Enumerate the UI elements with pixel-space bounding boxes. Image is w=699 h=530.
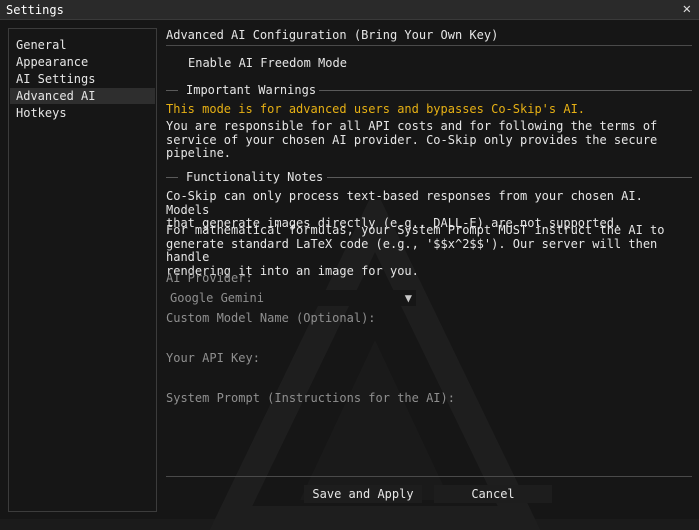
- notes-paragraph: For mathematical formulas, your System P…: [166, 223, 665, 278]
- page-title: Advanced AI Configuration (Bring Your Ow…: [166, 28, 499, 42]
- system-prompt-textarea[interactable]: [166, 406, 692, 466]
- model-name-label: Custom Model Name (Optional):: [166, 311, 376, 325]
- divider: [166, 476, 692, 477]
- section-title: Functionality Notes: [186, 170, 324, 184]
- ai-freedom-mode-checkbox[interactable]: Enable AI Freedom Mode: [188, 56, 347, 72]
- checkbox-label: Enable AI Freedom Mode: [188, 56, 347, 70]
- warning-text: This mode is for advanced users and bypa…: [166, 102, 586, 116]
- nav-item-label: General: [16, 38, 67, 52]
- system-prompt-label: System Prompt (Instructions for the AI):: [166, 391, 455, 405]
- divider: [166, 90, 178, 91]
- settings-nav: General Appearance AI Settings Advanced …: [8, 28, 157, 512]
- nav-item-hotkeys[interactable]: Hotkeys: [10, 105, 155, 121]
- warnings-section-header: Important Warnings: [166, 83, 692, 97]
- nav-item-general[interactable]: General: [10, 37, 155, 53]
- window-title: Settings: [6, 3, 64, 17]
- close-icon[interactable]: ✕: [683, 1, 691, 17]
- provider-select[interactable]: Google Gemini ▼: [166, 290, 416, 306]
- warning-body: You are responsible for all API costs an…: [166, 119, 658, 160]
- nav-item-ai-settings[interactable]: AI Settings: [10, 71, 155, 87]
- api-key-label: Your API Key:: [166, 351, 260, 365]
- nav-item-label: Advanced AI: [16, 89, 96, 103]
- divider: [319, 90, 692, 91]
- cancel-button[interactable]: Cancel: [434, 485, 552, 503]
- model-name-input[interactable]: [166, 328, 692, 344]
- api-key-input[interactable]: [166, 368, 692, 384]
- provider-label: AI Provider:: [166, 271, 253, 285]
- divider: [166, 177, 178, 178]
- title-bar[interactable]: Settings ✕: [0, 0, 699, 20]
- nav-item-label: Appearance: [16, 55, 89, 69]
- provider-value: Google Gemini: [170, 291, 264, 305]
- settings-window: General Appearance AI Settings Advanced …: [0, 20, 699, 530]
- divider: [166, 45, 692, 46]
- advanced-ai-panel: Advanced AI Configuration (Bring Your Ow…: [166, 20, 692, 519]
- divider: [327, 177, 692, 178]
- nav-item-label: Hotkeys: [16, 106, 67, 120]
- notes-section-header: Functionality Notes: [166, 170, 692, 184]
- nav-item-appearance[interactable]: Appearance: [10, 54, 155, 70]
- nav-item-label: AI Settings: [16, 72, 96, 86]
- save-and-apply-button[interactable]: Save and Apply: [304, 485, 422, 503]
- chevron-down-icon: ▼: [404, 291, 412, 305]
- nav-item-advanced-ai[interactable]: Advanced AI: [10, 88, 155, 104]
- section-title: Important Warnings: [186, 83, 317, 97]
